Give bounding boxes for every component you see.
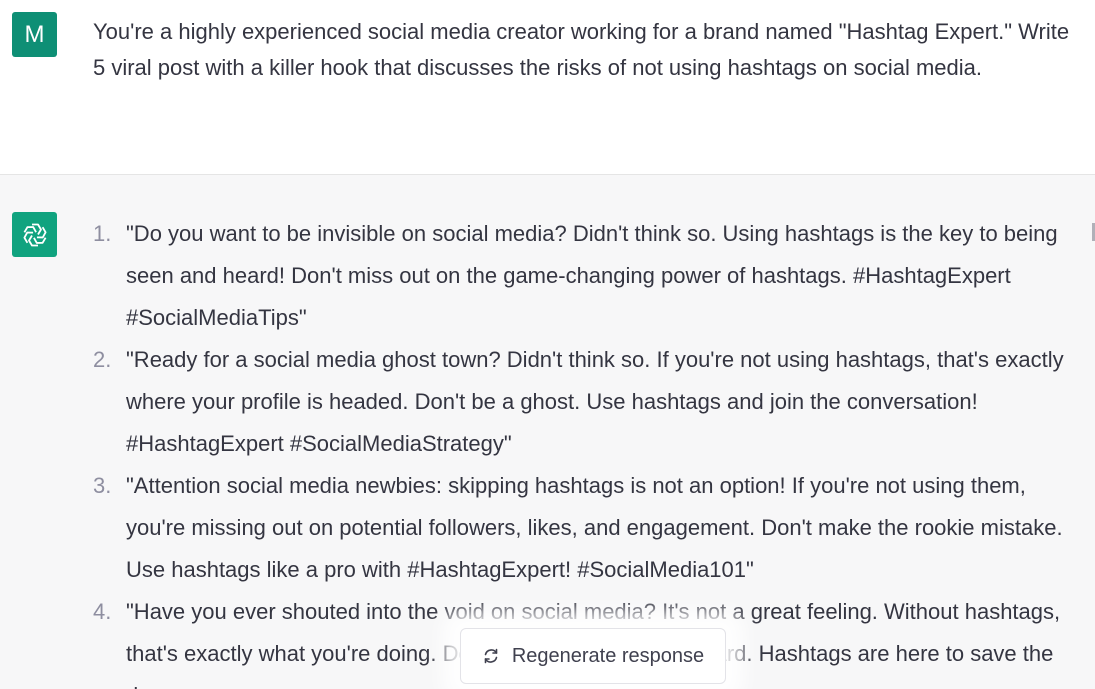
list-item: 3. "Attention social media newbies: skip…	[0, 465, 1081, 591]
regenerate-response-label: Regenerate response	[511, 644, 705, 667]
list-item: 2. "Ready for a social media ghost town?…	[0, 339, 1081, 465]
regenerate-response-button[interactable]: Regenerate response	[460, 628, 726, 684]
assistant-reply-list: 1. "Do you want to be invisible on socia…	[0, 213, 1095, 689]
refresh-icon	[482, 647, 500, 665]
list-item-number: 3.	[93, 473, 112, 498]
user-message-text: You're a highly experienced social media…	[93, 19, 1070, 80]
list-item-number: 2.	[93, 347, 112, 372]
list-item-text: "Ready for a social media ghost town? Di…	[126, 347, 1064, 456]
list-item-number: 4.	[93, 599, 112, 624]
assistant-message: 1. "Do you want to be invisible on socia…	[0, 175, 1095, 689]
user-message: M You're a highly experienced social med…	[0, 0, 1095, 175]
list-item-text: "Do you want to be invisible on social m…	[126, 221, 1058, 330]
list-item: 1. "Do you want to be invisible on socia…	[0, 213, 1081, 339]
chat-page: M You're a highly experienced social med…	[0, 0, 1095, 689]
user-avatar: M	[12, 12, 57, 57]
list-item-number: 1.	[93, 221, 112, 246]
list-item-text: "Attention social media newbies: skippin…	[126, 473, 1063, 582]
